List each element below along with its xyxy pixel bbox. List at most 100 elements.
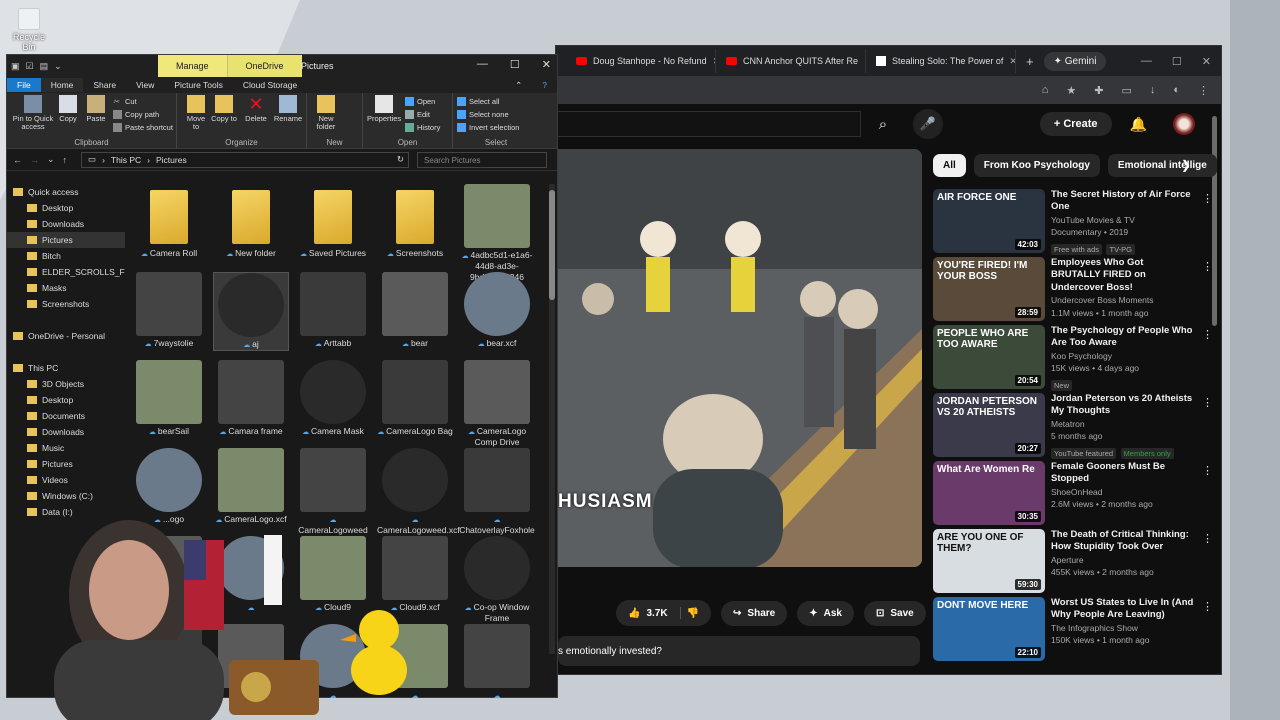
bookmark-star-icon[interactable]: ★ [1066, 84, 1076, 97]
maximize-icon[interactable]: ☐ [510, 58, 520, 71]
nav-item[interactable]: Downloads [7, 216, 125, 232]
scroll-thumb[interactable] [549, 190, 555, 300]
tab-onedrive[interactable]: OneDrive [226, 55, 302, 77]
chip-all[interactable]: All [933, 154, 966, 177]
nav-item[interactable]: OneDrive - Personal [7, 328, 125, 344]
tab-share[interactable]: Share [83, 78, 126, 92]
chip-channel[interactable]: From Koo Psychology [973, 154, 1100, 177]
nav-item[interactable]: Documents [7, 408, 125, 424]
more-options-icon[interactable]: ⋮ [1202, 532, 1213, 545]
recommendation-item[interactable]: What Are Women Re 30:35 Female Gooners M… [933, 461, 1215, 529]
paste-shortcut-button[interactable]: Paste shortcut [113, 123, 173, 132]
delete-button[interactable]: ✕ Delete [243, 95, 269, 123]
nav-item[interactable]: Quick access [7, 184, 125, 200]
video-player[interactable]: HUSIASM [558, 149, 922, 567]
up-arrow-icon[interactable]: ↑ [63, 155, 68, 165]
edit-button[interactable]: Edit [405, 110, 430, 119]
nav-item[interactable]: 3D Objects [7, 376, 125, 392]
more-options-icon[interactable]: ⋮ [1202, 328, 1213, 341]
forward-arrow-icon[interactable]: → [30, 155, 39, 165]
move-to-button[interactable]: Move to [183, 95, 209, 132]
breadcrumb-pictures[interactable]: Pictures [156, 155, 187, 165]
more-options-icon[interactable]: ⋮ [1202, 192, 1213, 205]
folder-item[interactable]: ☁ Camera Roll [131, 184, 207, 259]
channel-name[interactable]: YouTube Movies & TV [1051, 214, 1195, 227]
like-button[interactable]: 👍 3.7K 👎 [616, 600, 712, 626]
chevron-right-icon[interactable]: ❯ [1181, 158, 1191, 172]
video-title[interactable]: Worst US States to Live In (And Why Peop… [1051, 597, 1195, 622]
ask-button[interactable]: ✦ Ask [797, 600, 854, 626]
recommendation-item[interactable]: PEOPLE WHO ARE TOO AWARE 20:54 The Psych… [933, 325, 1215, 393]
history-button[interactable]: History [405, 123, 440, 132]
nav-item[interactable]: Pictures [7, 232, 125, 248]
close-icon[interactable]: ✕ [542, 58, 551, 71]
minimize-icon[interactable]: — [477, 58, 488, 71]
copy-button[interactable]: Copy [55, 95, 81, 123]
refresh-icon[interactable]: ↻ [397, 154, 408, 165]
video-thumbnail[interactable]: JORDAN PETERSON VS 20 ATHEISTS 20:27 [933, 393, 1045, 457]
maximize-icon[interactable]: ☐ [1172, 55, 1182, 68]
file-item[interactable]: ☁ bear.xcf [459, 272, 535, 349]
sidebar-icon[interactable]: ▭ [1121, 84, 1131, 97]
copy-to-button[interactable]: Copy to [211, 95, 237, 123]
file-item[interactable]: ☁ CameraLogo Bag [377, 360, 453, 437]
ribbon-collapse-icon[interactable]: ⌃ [505, 78, 532, 93]
explorer-scrollbar[interactable] [549, 184, 555, 654]
channel-name[interactable]: Koo Psychology [1051, 350, 1195, 363]
file-item[interactable]: ☁ CameraLogo Comp Drive [459, 360, 535, 448]
nav-item[interactable]: This PC [7, 360, 125, 376]
address-bar[interactable]: ▭ › This PC › Pictures ↻ [81, 151, 410, 168]
recommendation-item[interactable]: DONT MOVE HERE 22:10 Worst US States to … [933, 597, 1215, 665]
more-options-icon[interactable]: ⋮ [1202, 600, 1213, 613]
nav-item[interactable]: ELDER_SCROLLS_FREE_ [7, 264, 125, 280]
more-options-icon[interactable]: ⋮ [1202, 260, 1213, 273]
search-input[interactable] [556, 111, 861, 137]
close-icon[interactable]: ✕ [1009, 56, 1015, 67]
nav-item[interactable]: Desktop [7, 392, 125, 408]
nav-item[interactable]: Pictures [7, 456, 125, 472]
new-tab-button[interactable]: + [1026, 54, 1034, 69]
folder-item[interactable]: ☁ Screenshots [377, 184, 453, 259]
nav-item[interactable]: Downloads [7, 424, 125, 440]
more-options-icon[interactable]: ⋮ [1202, 396, 1213, 409]
recent-chevron-icon[interactable]: ⌄ [47, 154, 55, 165]
menu-icon[interactable]: ⋮ [1198, 84, 1209, 97]
nav-item[interactable]: Screenshots [7, 296, 125, 312]
browser-tab-2[interactable]: Stealing Solo: The Power of ✕ [866, 49, 1016, 73]
save-button[interactable]: ⊡ Save [863, 600, 926, 626]
video-thumbnail[interactable]: PEOPLE WHO ARE TOO AWARE 20:54 [933, 325, 1045, 389]
create-button[interactable]: + Create [1039, 112, 1112, 136]
bell-icon[interactable]: 🔔 [1130, 116, 1147, 133]
tab-view[interactable]: View [126, 78, 164, 92]
new-folder-button[interactable]: New folder [313, 95, 339, 132]
recommendation-item[interactable]: ARE YOU ONE OF THEM? 59:30 The Death of … [933, 529, 1215, 597]
help-icon[interactable]: ? [532, 78, 557, 92]
folder-item[interactable]: ☁ New folder [213, 184, 289, 259]
install-icon[interactable]: ⌂ [1042, 84, 1049, 96]
video-title[interactable]: Jordan Peterson vs 20 Atheists My Though… [1051, 393, 1195, 418]
new-folder-icon[interactable]: ▤ [40, 61, 49, 72]
video-thumbnail[interactable]: DONT MOVE HERE 22:10 [933, 597, 1045, 661]
recommendation-item[interactable]: YOU'RE FIRED! I'M YOUR BOSS 28:59 Employ… [933, 257, 1215, 325]
tab-file[interactable]: File [7, 78, 41, 92]
browser-tab-0[interactable]: Doug Stanhope - No Refund✕ [566, 49, 716, 73]
share-button[interactable]: ↪ Share [721, 600, 788, 626]
channel-name[interactable]: Metatron [1051, 418, 1195, 431]
video-thumbnail[interactable]: ARE YOU ONE OF THEM? 59:30 [933, 529, 1045, 593]
tab-home[interactable]: Home [40, 78, 84, 92]
browser-tab-1[interactable]: CNN Anchor QUITS After Re✕ [716, 49, 866, 73]
video-title[interactable]: Employees Who Got BRUTALLY FIRED on Unde… [1051, 257, 1195, 294]
tab-picture-tools[interactable]: Picture Tools [164, 78, 233, 92]
file-item[interactable]: ☁ Arttabb [295, 272, 371, 349]
file-item[interactable]: ☁ [459, 624, 535, 701]
channel-name[interactable]: Aperture [1051, 554, 1195, 567]
video-thumbnail[interactable]: What Are Women Re 30:35 [933, 461, 1045, 525]
paste-button[interactable]: Paste [83, 95, 109, 123]
recommendation-item[interactable]: JORDAN PETERSON VS 20 ATHEISTS 20:27 Jor… [933, 393, 1215, 461]
video-title[interactable]: The Psychology of People Who Are Too Awa… [1051, 325, 1195, 350]
file-item[interactable]: ☁ Co-op Window Frame [459, 536, 535, 624]
nav-item[interactable]: Desktop [7, 200, 125, 216]
downloads-icon[interactable]: ↓ [1150, 84, 1156, 96]
file-item[interactable]: ☁ Camera Mask [295, 360, 371, 437]
channel-name[interactable]: Undercover Boss Moments [1051, 294, 1195, 307]
